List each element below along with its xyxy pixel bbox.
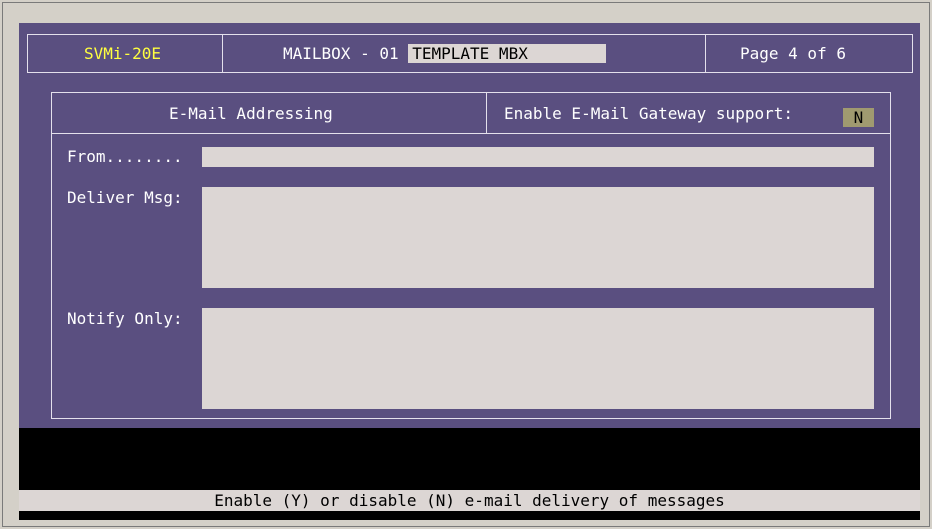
from-label: From........ bbox=[67, 147, 183, 166]
deliver-msg-field[interactable] bbox=[202, 187, 874, 288]
gateway-label: Enable E-Mail Gateway support: bbox=[504, 104, 793, 123]
page-indicator: Page 4 of 6 bbox=[740, 44, 846, 63]
form-area: SVMi-20E MAILBOX - 01 TEMPLATE MBX Page … bbox=[19, 23, 920, 428]
section-title: E-Mail Addressing bbox=[169, 104, 333, 123]
deliver-msg-label: Deliver Msg: bbox=[67, 188, 183, 207]
mailbox-label: MAILBOX - 01 bbox=[283, 44, 399, 63]
gateway-toggle-field[interactable]: N bbox=[843, 108, 874, 127]
mailbox-title: MAILBOX - 01 TEMPLATE MBX bbox=[283, 35, 607, 72]
notify-only-field[interactable] bbox=[202, 308, 874, 409]
email-addressing-panel: E-Mail Addressing Enable E-Mail Gateway … bbox=[51, 92, 891, 419]
mailbox-name-field[interactable]: TEMPLATE MBX bbox=[408, 44, 607, 63]
from-field[interactable] bbox=[202, 147, 874, 167]
header-bar: SVMi-20E MAILBOX - 01 TEMPLATE MBX Page … bbox=[27, 34, 913, 73]
model-name: SVMi-20E bbox=[84, 44, 162, 63]
notify-only-label: Notify Only: bbox=[67, 309, 183, 328]
window-frame: SVMi-20E MAILBOX - 01 TEMPLATE MBX Page … bbox=[2, 2, 930, 527]
status-bar: Enable (Y) or disable (N) e-mail deliver… bbox=[19, 490, 920, 511]
terminal-screen: SVMi-20E MAILBOX - 01 TEMPLATE MBX Page … bbox=[19, 23, 920, 520]
